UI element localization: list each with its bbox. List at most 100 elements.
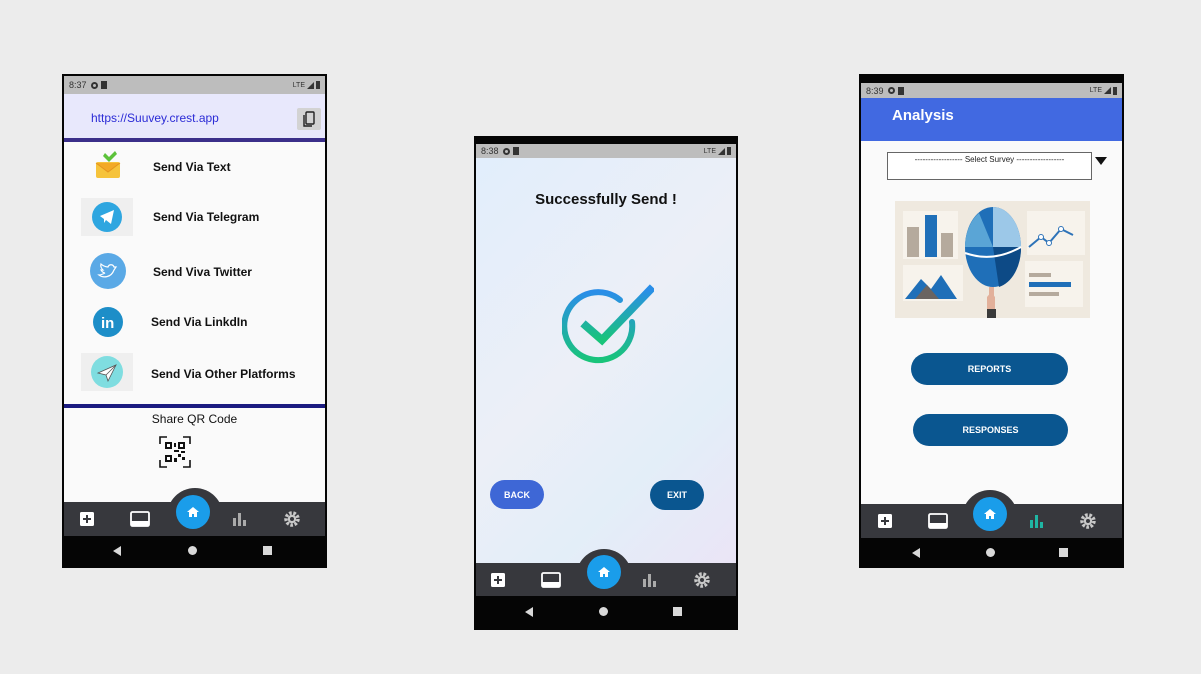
status-bar: 8:37 LTE <box>64 76 325 94</box>
network-label: LTE <box>1089 87 1102 94</box>
qr-section: Share QR Code <box>64 408 325 498</box>
dropdown-arrow-icon[interactable] <box>1095 157 1107 166</box>
phone-share-screen: 8:37 LTE https://Suuvey.crest.app Send V… <box>62 74 327 568</box>
nav-settings-button[interactable] <box>282 509 302 529</box>
battery-icon <box>727 147 731 155</box>
nav-surveys-button[interactable] <box>539 570 563 590</box>
list-box-icon <box>130 511 150 527</box>
nav-home-button[interactable] <box>587 555 621 589</box>
nav-surveys-button[interactable] <box>926 511 950 531</box>
system-back-button[interactable] <box>912 548 920 558</box>
network-label: LTE <box>703 147 716 155</box>
system-home-button[interactable] <box>986 548 995 557</box>
nav-add-button[interactable] <box>488 570 508 590</box>
system-nav-bar <box>859 538 1124 568</box>
phone-analysis-screen: 8:39 LTE Analysis ------------------ Sel… <box>859 74 1124 568</box>
add-box-icon <box>80 512 94 526</box>
battery-icon <box>1113 86 1117 95</box>
system-recents-button[interactable] <box>673 607 682 616</box>
telegram-icon <box>92 202 122 232</box>
share-screen: 8:37 LTE https://Suuvey.crest.app Send V… <box>64 76 325 536</box>
battery-icon <box>316 81 320 89</box>
share-option-label: Send Viva Twitter <box>153 265 252 279</box>
share-option-label: Send Via Text <box>153 160 231 174</box>
share-option-twitter[interactable]: Send Viva Twitter <box>64 247 325 297</box>
system-home-button[interactable] <box>188 546 197 555</box>
share-option-other[interactable]: Send Via Other Platforms <box>64 349 325 399</box>
qr-code-icon[interactable] <box>159 436 191 468</box>
back-button[interactable]: BACK <box>490 480 544 509</box>
qr-label: Share QR Code <box>151 412 238 426</box>
nav-analytics-button[interactable] <box>229 509 249 529</box>
nav-add-button[interactable] <box>875 511 895 531</box>
system-recents-button[interactable] <box>263 546 272 555</box>
nav-add-button[interactable] <box>77 509 97 529</box>
copy-button[interactable] <box>297 108 321 130</box>
analytics-illustration <box>895 201 1090 318</box>
bar-chart-icon <box>1030 515 1043 528</box>
home-icon <box>187 507 199 517</box>
home-icon <box>984 509 996 519</box>
app-bar: Analysis <box>861 98 1122 141</box>
page-title: Analysis <box>892 107 954 124</box>
home-icon <box>598 567 610 577</box>
status-time: 8:38 <box>481 146 499 156</box>
check-circle-icon <box>562 284 654 364</box>
status-time: 8:39 <box>866 85 884 96</box>
sim-card-icon <box>512 147 519 155</box>
reports-button[interactable]: REPORTS <box>911 353 1068 385</box>
share-option-label: Send Via Telegram <box>153 210 260 224</box>
nav-settings-button[interactable] <box>1078 511 1098 531</box>
svg-text:in: in <box>101 315 114 332</box>
network-label: LTE <box>292 81 305 89</box>
settings-status-icon <box>887 87 895 94</box>
signal-icon <box>307 81 314 89</box>
system-home-button[interactable] <box>599 607 608 616</box>
status-bar: 8:39 LTE <box>861 83 1122 98</box>
sim-card-icon <box>100 81 107 89</box>
survey-select[interactable]: ------------------ Select Survey -------… <box>887 152 1092 180</box>
nav-surveys-button[interactable] <box>128 509 152 529</box>
nav-settings-button[interactable] <box>692 570 712 590</box>
responses-button[interactable]: RESPONSES <box>913 414 1068 446</box>
gear-icon <box>1080 513 1096 529</box>
url-header: https://Suuvey.crest.app <box>64 94 325 142</box>
survey-url-link[interactable]: https://Suuvey.crest.app <box>91 111 219 125</box>
system-nav-bar <box>474 596 738 626</box>
analysis-screen: 8:39 LTE Analysis ------------------ Sel… <box>861 83 1122 538</box>
share-option-text[interactable]: Send Via Text <box>64 142 325 192</box>
gear-icon <box>284 511 300 527</box>
share-option-linkedin[interactable]: in Send Via LinkdIn <box>64 297 325 347</box>
system-nav-bar <box>62 536 327 566</box>
paper-plane-icon <box>91 356 123 388</box>
system-recents-button[interactable] <box>1059 548 1068 557</box>
survey-select-placeholder: ------------------ Select Survey -------… <box>914 155 1065 164</box>
status-time: 8:37 <box>69 80 87 90</box>
gear-icon <box>694 572 710 588</box>
share-option-telegram[interactable]: Send Via Telegram <box>64 192 325 242</box>
bar-chart-icon <box>233 513 246 526</box>
share-option-label: Send Via LinkdIn <box>151 315 248 329</box>
linkedin-icon: in <box>93 307 123 337</box>
list-box-icon <box>541 572 561 588</box>
phone-success-screen: 8:38 LTE Successfully Send ! BACK EXIT <box>474 136 738 630</box>
nav-home-button[interactable] <box>176 495 210 529</box>
success-message: Successfully Send ! <box>535 191 677 208</box>
copy-icon <box>303 111 315 127</box>
nav-analytics-button[interactable] <box>1026 511 1046 531</box>
nav-analytics-button[interactable] <box>639 570 659 590</box>
system-back-button[interactable] <box>113 546 121 556</box>
settings-status-icon <box>90 81 98 89</box>
nav-home-button[interactable] <box>973 497 1007 531</box>
bar-chart-icon <box>643 574 656 587</box>
twitter-icon <box>90 253 126 289</box>
signal-icon <box>1104 87 1111 94</box>
share-option-label: Send Via Other Platforms <box>151 367 296 381</box>
add-box-icon <box>878 514 892 528</box>
list-box-icon <box>928 513 948 529</box>
add-box-icon <box>491 573 505 587</box>
system-back-button[interactable] <box>525 607 533 617</box>
sim-card-icon <box>897 86 904 95</box>
share-options-list: Send Via Text Send Via Telegram Send Viv… <box>64 142 325 406</box>
exit-button[interactable]: EXIT <box>650 480 704 510</box>
